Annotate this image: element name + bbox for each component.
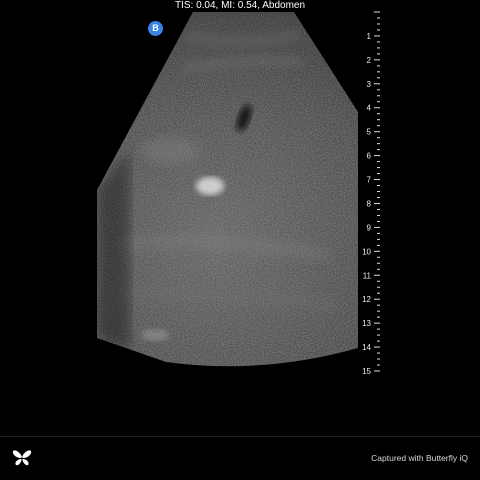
footer-divider xyxy=(0,436,480,437)
butterfly-logo-icon xyxy=(12,450,32,466)
depth-label: 14 xyxy=(362,343,371,352)
depth-label: 11 xyxy=(363,271,372,280)
depth-label: 3 xyxy=(367,80,372,89)
depth-label: 8 xyxy=(367,199,372,208)
depth-label: 12 xyxy=(362,295,371,304)
depth-label: 13 xyxy=(362,319,371,328)
depth-label: 7 xyxy=(367,176,372,185)
depth-label: 1 xyxy=(367,32,372,41)
depth-label: 6 xyxy=(367,152,372,161)
depth-label: 9 xyxy=(367,223,372,232)
capture-caption: Captured with Butterfly iQ xyxy=(371,453,468,463)
depth-scale: 123456789101112131415 xyxy=(362,11,380,376)
depth-label: 10 xyxy=(362,247,371,256)
depth-label: 5 xyxy=(367,128,372,137)
depth-label: 15 xyxy=(362,367,371,376)
depth-label: 2 xyxy=(367,56,372,65)
depth-label: 4 xyxy=(367,104,372,113)
